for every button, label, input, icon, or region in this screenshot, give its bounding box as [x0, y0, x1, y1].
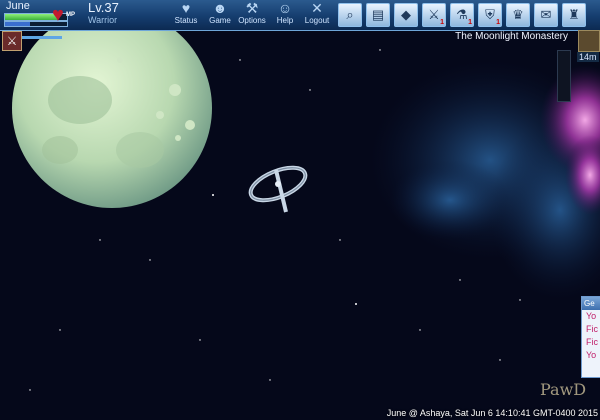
- badge-button[interactable]: ◆: [394, 3, 418, 27]
- watermark-logo: PawD: [540, 380, 587, 399]
- crown-button[interactable]: ♛: [506, 3, 530, 27]
- logout-button[interactable]: ✕ Logout: [297, 0, 337, 30]
- search-icon: ⌕: [346, 7, 354, 22]
- potion-badge: 1: [468, 19, 472, 26]
- chat-line: Fic: [586, 324, 598, 334]
- mp-label: MP: [66, 12, 75, 18]
- weapon-badge: 1: [440, 19, 444, 26]
- status-line: June @ Ashaya, Sat Jun 6 14:10:41 GMT-04…: [386, 408, 598, 418]
- hp-fill: [5, 14, 58, 20]
- player-name: June: [6, 0, 30, 12]
- chat-line: Yo: [586, 311, 597, 321]
- crown-icon: ♛: [512, 7, 524, 22]
- mail-icon: ✉: [540, 7, 552, 22]
- distance-scale: [557, 50, 571, 102]
- logout-label: Logout: [304, 16, 330, 25]
- potion-button[interactable]: ⚗ 1: [450, 3, 474, 27]
- chat-panel[interactable]: Ge Yo Fic Fic Yo: [581, 296, 600, 378]
- sword-icon: ⚔: [6, 34, 18, 48]
- shield-badge: 1: [496, 19, 500, 26]
- mail-button[interactable]: ✉: [534, 3, 558, 27]
- player-panel: June ♥ MP Lv.37 Warrior: [0, 0, 130, 30]
- minimap-button[interactable]: [578, 30, 600, 52]
- skill-cooldown-bar: [22, 36, 62, 39]
- player-class: Warrior: [88, 15, 118, 25]
- skill-slot[interactable]: ⚔: [2, 31, 22, 51]
- shield-button[interactable]: ⛨ 1: [478, 3, 502, 27]
- close-icon: ✕: [311, 0, 323, 16]
- chat-line: Yo: [586, 350, 597, 360]
- map-button[interactable]: ▤: [366, 3, 390, 27]
- weapon-button[interactable]: ⚔ 1: [422, 3, 446, 27]
- chat-tab[interactable]: Ge: [582, 297, 600, 310]
- map-icon: ▤: [371, 7, 385, 22]
- top-bar: June ♥ MP Lv.37 Warrior ♥ Status ☻ Game …: [0, 0, 600, 31]
- chat-line: Fic: [586, 337, 598, 347]
- location-name: The Moonlight Monastery: [455, 31, 568, 42]
- search-button[interactable]: ⌕: [338, 3, 362, 27]
- mp-fill: [5, 22, 30, 26]
- player-level: Lv.37: [88, 0, 119, 15]
- bag-icon: ♜: [568, 7, 580, 22]
- weapon-icon: ⚔: [428, 7, 440, 22]
- badge-icon: ◆: [401, 7, 411, 22]
- space-scene: [0, 0, 600, 420]
- potion-icon: ⚗: [456, 7, 468, 22]
- shield-icon: ⛨: [485, 7, 495, 22]
- bag-button[interactable]: ♜: [562, 3, 586, 27]
- distance-label: 14m: [577, 52, 599, 62]
